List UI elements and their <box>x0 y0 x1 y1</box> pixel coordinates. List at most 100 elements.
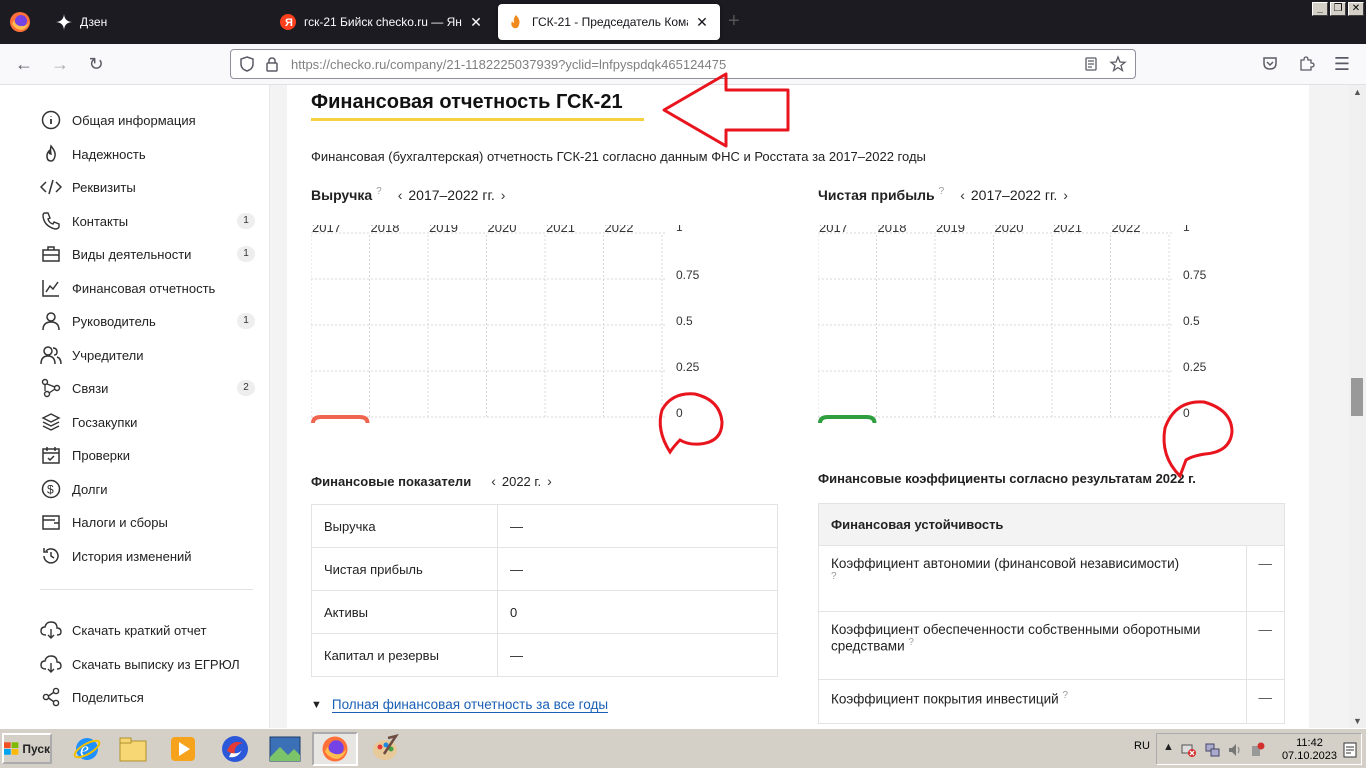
coef-name: Коэффициент покрытия инвестиций ? <box>818 679 1247 724</box>
forward-icon[interactable]: → <box>50 54 70 74</box>
profit-chart-header: Чистая прибыль ? ‹ 2017–2022 гг. › <box>818 186 1074 204</box>
sidebar-item-links[interactable]: Связи 2 <box>40 375 255 401</box>
help-icon[interactable]: ? <box>939 186 945 197</box>
start-label: Пуск <box>22 741 50 756</box>
sidebar-item-history[interactable]: История изменений <box>40 543 255 569</box>
web-page: Общая информация Надежность Реквизиты Ко… <box>0 85 1366 728</box>
page-scrollbar[interactable]: ▲ ▼ <box>1349 85 1366 728</box>
sidebar-item-reliability[interactable]: Надежность <box>40 141 255 167</box>
url-text[interactable]: https://checko.ru/company/21-11822250379… <box>291 57 726 72</box>
tray-expand-icon[interactable]: ▲ <box>1163 741 1174 753</box>
close-tab-icon[interactable]: ✕ <box>694 14 710 31</box>
internet-explorer-icon[interactable]: e <box>64 732 110 766</box>
fin-indicators-header: Финансовые показатели ‹ 2022 г. › <box>311 473 558 489</box>
coefficients-title: Финансовые коэффициенты согласно результ… <box>818 471 1196 486</box>
help-icon[interactable]: ? <box>1063 690 1069 701</box>
scrollbar-thumb[interactable] <box>1351 378 1363 416</box>
download-short-report-button[interactable]: Скачать краткий отчет <box>40 617 255 643</box>
shield-icon[interactable] <box>239 56 255 77</box>
tab-title: гск-21 Бийск checko.ru — Яндекс <box>304 15 462 29</box>
graph-icon <box>40 377 62 399</box>
full-report-link[interactable]: Полная финансовая отчетность за все годы <box>331 697 609 713</box>
minimize-button[interactable]: _ <box>1312 2 1328 16</box>
sidebar-item-label: Виды деятельности <box>72 246 192 262</box>
sidebar-item-requisites[interactable]: Реквизиты <box>40 174 255 200</box>
media-player-icon[interactable] <box>160 732 206 766</box>
next-period-icon[interactable]: › <box>1057 187 1074 203</box>
menu-icon[interactable]: ☰ <box>1332 54 1352 74</box>
maximize-button[interactable]: ❐ <box>1330 2 1346 16</box>
code-icon <box>40 176 62 198</box>
extensions-icon[interactable] <box>1296 54 1316 74</box>
row-value: 0 <box>497 590 778 634</box>
volume-icon[interactable] <box>1227 742 1243 763</box>
tab-dzen[interactable]: Дзен <box>46 4 258 40</box>
network-icon[interactable] <box>1205 742 1221 763</box>
bookmark-star-icon[interactable] <box>1109 55 1127 78</box>
next-period-icon[interactable]: › <box>495 187 512 203</box>
close-window-button[interactable]: ✕ <box>1348 2 1364 16</box>
safely-remove-icon[interactable] <box>1249 742 1265 763</box>
history-icon <box>40 545 62 567</box>
sidebar-item-taxes[interactable]: Налоги и сборы <box>40 509 255 535</box>
calendar-icon <box>40 444 62 466</box>
coef-value: — <box>1245 545 1285 612</box>
start-button[interactable]: Пуск <box>2 733 52 764</box>
scroll-down-arrow-icon[interactable]: ▼ <box>1353 716 1362 726</box>
sidebar-item-director[interactable]: Руководитель 1 <box>40 308 255 334</box>
firefox-menu-icon[interactable] <box>8 10 32 34</box>
y-tick-label: 0 <box>676 406 683 420</box>
help-icon[interactable]: ? <box>908 637 914 648</box>
firefox-taskbar-icon[interactable] <box>312 732 358 766</box>
tab-checko[interactable]: ГСК-21 - Председатель Комаров ✕ <box>498 4 720 40</box>
cloud-download-icon <box>40 653 62 675</box>
scroll-up-arrow-icon[interactable]: ▲ <box>1353 87 1362 97</box>
sidebar-item-financial-reports[interactable]: Финансовая отчетность <box>40 275 255 301</box>
swirl-app-icon[interactable] <box>212 732 258 766</box>
coef-label: Коэффициент обеспеченности собственными … <box>831 622 1201 654</box>
y-tick-label: 1 <box>676 225 683 234</box>
tab-yandex-search[interactable]: Я гск-21 Бийск checko.ru — Яндекс ✕ <box>270 4 494 40</box>
windows-logo-icon <box>4 741 19 755</box>
image-viewer-icon[interactable] <box>262 732 308 766</box>
lock-icon[interactable] <box>265 56 279 77</box>
dollar-icon: $ <box>40 478 62 500</box>
full-report-toggle[interactable]: ▼ Полная финансовая отчетность за все го… <box>311 697 609 713</box>
sidebar-item-inspections[interactable]: Проверки <box>40 442 255 468</box>
help-icon[interactable]: ? <box>376 186 382 197</box>
count-badge: 1 <box>237 246 255 262</box>
action-label: Скачать краткий отчет <box>72 622 207 638</box>
prev-period-icon[interactable]: ‹ <box>392 187 409 203</box>
sidebar-item-activities[interactable]: Виды деятельности 1 <box>40 241 255 267</box>
file-explorer-icon[interactable] <box>110 732 156 766</box>
sidebar-divider <box>40 589 253 590</box>
navigation-toolbar: ← → ↻ https://checko.ru/company/21-11822… <box>0 44 1366 85</box>
sidebar-item-contacts[interactable]: Контакты 1 <box>40 208 255 234</box>
share-icon <box>40 686 62 708</box>
revenue-chart-title: Выручка <box>311 187 373 203</box>
pocket-icon[interactable] <box>1260 54 1280 74</box>
download-egrul-button[interactable]: Скачать выписку из ЕГРЮЛ <box>40 651 255 677</box>
back-icon[interactable]: ← <box>14 54 34 74</box>
prev-year-icon[interactable]: ‹ <box>485 473 502 489</box>
address-bar[interactable]: https://checko.ru/company/21-11822250379… <box>230 49 1136 79</box>
sidebar-item-debts[interactable]: $ Долги <box>40 476 255 502</box>
sidebar-item-general-info[interactable]: Общая информация <box>40 107 255 133</box>
network-warning-icon[interactable] <box>1181 742 1197 763</box>
reload-icon[interactable]: ↻ <box>86 54 106 74</box>
language-indicator[interactable]: RU <box>1134 740 1150 752</box>
clock[interactable]: 11:42 07.10.2023 <box>1282 737 1337 763</box>
close-tab-icon[interactable]: ✕ <box>468 14 484 31</box>
reader-view-icon[interactable] <box>1083 56 1099 77</box>
paint-icon[interactable] <box>362 732 408 766</box>
fin-indicators-title: Финансовые показатели <box>311 473 472 489</box>
help-icon[interactable]: ? <box>831 571 837 582</box>
action-center-icon[interactable] <box>1343 742 1357 763</box>
sidebar-item-founders[interactable]: Учредители <box>40 342 255 368</box>
sidebar-item-procurement[interactable]: Госзакупки <box>40 409 255 435</box>
next-year-icon[interactable]: › <box>541 473 558 489</box>
url-path: /company/21-1182225037939?yclid=lnfpyspd… <box>386 57 727 72</box>
new-tab-icon[interactable]: + <box>728 10 740 33</box>
prev-period-icon[interactable]: ‹ <box>954 187 971 203</box>
share-button[interactable]: Поделиться <box>40 684 255 710</box>
